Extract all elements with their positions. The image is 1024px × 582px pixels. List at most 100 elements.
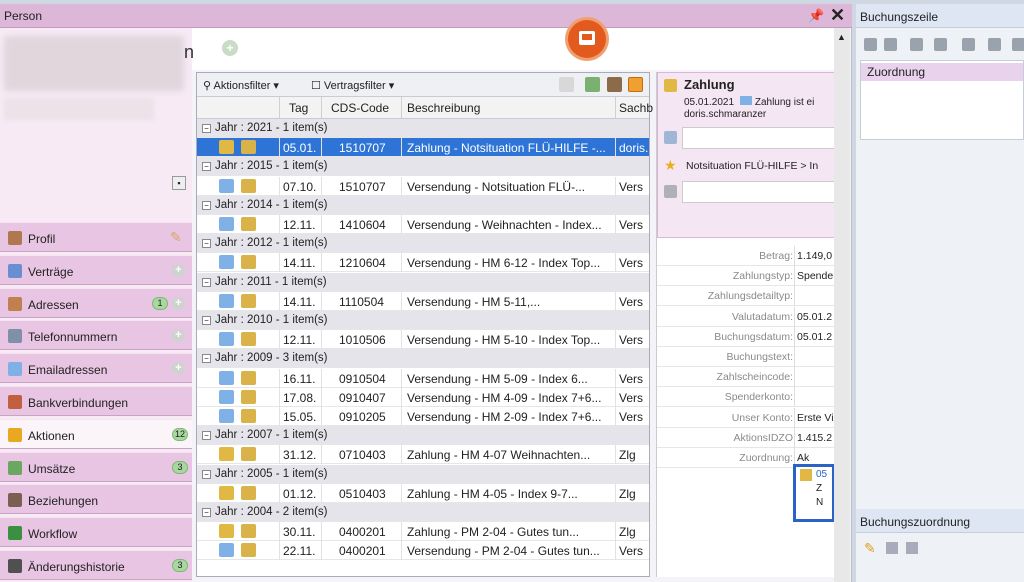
tool-icon-1[interactable]: [864, 38, 877, 51]
group-row[interactable]: − Jahr : 2009 - 3 item(s): [197, 349, 649, 369]
add-icon[interactable]: +: [172, 329, 185, 343]
col-tag[interactable]: Tag: [289, 101, 308, 115]
cell-tag: 22.11.: [283, 544, 316, 559]
field-label: Betrag:: [759, 250, 793, 262]
col-cds[interactable]: CDS-Code: [331, 101, 389, 115]
screen-share-icon[interactable]: [568, 20, 606, 58]
collapse-icon[interactable]: −: [202, 431, 211, 441]
sidebar-item-4[interactable]: Emailadressen +: [0, 353, 192, 384]
sidebar-item-2[interactable]: Adressen 1 +: [0, 287, 192, 318]
sidebar-item-7[interactable]: Umsätze 3: [0, 451, 192, 482]
group-row[interactable]: − Jahr : 2005 - 1 item(s): [197, 464, 649, 484]
note-field[interactable]: [682, 127, 836, 149]
field-value[interactable]: Ak: [797, 452, 835, 464]
document-field[interactable]: [682, 181, 836, 203]
table-row[interactable]: 12.11. 1410604 Versendung - Weihnachten - …: [197, 215, 649, 234]
vertical-scrollbar[interactable]: ▲: [834, 28, 850, 582]
group-row[interactable]: − Jahr : 2021 - 1 item(s): [197, 119, 649, 138]
tool-icon-6[interactable]: [988, 38, 1001, 51]
group-row[interactable]: − Jahr : 2010 - 1 item(s): [197, 311, 649, 330]
table-row[interactable]: 16.11. 0910504 Versendung - HM 5-09 - Inde…: [197, 368, 649, 388]
sidebar-item-8[interactable]: Beziehungen: [0, 484, 192, 515]
tool-icon-7[interactable]: [1012, 38, 1024, 51]
sidebar-item-5[interactable]: Bankverbindungen: [0, 386, 192, 416]
table-row[interactable]: 22.11. 0400201 Versendung - PM 2-04 - Gute…: [197, 541, 649, 561]
collapse-icon[interactable]: −: [202, 316, 211, 325]
collapse-icon[interactable]: −: [202, 354, 211, 364]
collapse-icon[interactable]: −: [202, 124, 211, 133]
tool-icon-2[interactable]: [884, 38, 897, 51]
detail-field: Valutadatum: 05.01.2: [657, 306, 835, 327]
collapse-icon[interactable]: ▪: [172, 176, 186, 190]
cell-cds: 1110504: [339, 294, 384, 309]
sidebar-item-6[interactable]: Aktionen 12: [0, 418, 192, 449]
table-row[interactable]: 14.11. 1110504 Versendung - HM 5-11,... Ver…: [197, 291, 649, 311]
collapse-icon[interactable]: −: [202, 508, 211, 517]
person-icon[interactable]: [607, 77, 622, 92]
tool-icon-4[interactable]: [934, 38, 947, 51]
table-row[interactable]: 31.12. 0710403 Zahlung - HM 4-07 Weihnacht…: [197, 445, 649, 465]
group-row[interactable]: − Jahr : 2014 - 1 item(s): [197, 195, 649, 215]
group-label: Jahr : 2010 - 1 item(s): [215, 314, 328, 326]
avatar: [4, 36, 184, 91]
add-icon[interactable]: +: [172, 362, 185, 376]
group-row[interactable]: − Jahr : 2007 - 1 item(s): [197, 426, 649, 446]
note-icon: [664, 131, 677, 144]
pin-icon[interactable]: 📌: [808, 8, 824, 24]
highlight-icon[interactable]: [628, 77, 643, 92]
detail-title: Zahlung: [684, 77, 735, 92]
field-label: Zuordnung:: [739, 452, 793, 464]
group-label: Jahr : 2011 - 1 item(s): [215, 275, 327, 288]
count-badge: 12: [172, 427, 188, 441]
col-desc[interactable]: Beschreibung: [407, 101, 480, 115]
view-icon[interactable]: [559, 77, 574, 92]
sidebar-item-9[interactable]: Workflow: [0, 517, 192, 548]
cell-sach: Zlg: [619, 486, 636, 501]
cell-tag: 16.11.: [283, 371, 316, 386]
field-value[interactable]: 1.149,0: [797, 250, 835, 262]
collapse-icon[interactable]: −: [202, 469, 211, 479]
table-row[interactable]: 05.01. 1510707 Zahlung - Notsituation FLÜ-…: [197, 138, 649, 158]
action-filter-button[interactable]: ⚲ Aktionsfilter ▾: [203, 79, 279, 92]
collapse-icon[interactable]: −: [202, 200, 211, 210]
copy-icon[interactable]: [906, 542, 918, 554]
field-value[interactable]: 1.415.2: [797, 432, 835, 444]
add-icon[interactable]: +: [222, 40, 238, 56]
sidebar-item-1[interactable]: Verträge +: [0, 254, 192, 285]
group-row[interactable]: − Jahr : 2011 - 1 item(s): [197, 272, 649, 292]
zuordnung-block[interactable]: 05 Z N: [793, 464, 835, 522]
edit-icon[interactable]: ✎: [170, 229, 182, 246]
collapse-icon[interactable]: −: [202, 239, 211, 249]
table-row[interactable]: 17.08. 0910407 Versendung - HM 4-09 - Inde…: [197, 387, 649, 407]
booking-list-item[interactable]: Zuordnung: [861, 63, 1023, 81]
scroll-up-icon[interactable]: ▲: [837, 32, 846, 42]
table-row[interactable]: 30.11. 0400201 Zahlung - PM 2-04 - Gutes t…: [197, 522, 649, 542]
tool-icon-3[interactable]: [910, 38, 923, 51]
contract-filter-button[interactable]: ☐ Vertragsfilter ▾: [311, 79, 394, 92]
table-row[interactable]: 15.05. 0910205 Versendung - HM 2-09 - Inde…: [197, 407, 649, 426]
table-row[interactable]: 07.10. 1510707 Versendung - Notsituation F…: [197, 176, 649, 196]
tool-icon-5[interactable]: [962, 38, 975, 51]
table-row[interactable]: 12.11. 1010506 Versendung - HM 5-10 - Inde…: [197, 330, 649, 350]
sidebar-item-0[interactable]: Profil ✎: [0, 222, 192, 252]
collapse-icon[interactable]: −: [202, 277, 211, 287]
close-icon[interactable]: ✕: [830, 5, 845, 26]
group-row[interactable]: − Jahr : 2015 - 1 item(s): [197, 157, 649, 177]
group-row[interactable]: − Jahr : 2004 - 2 item(s): [197, 503, 649, 522]
table-row[interactable]: 01.12. 0510403 Zahlung - HM 4-05 - Index 9…: [197, 483, 649, 503]
save-icon[interactable]: [886, 542, 898, 554]
col-sach[interactable]: Sachb: [619, 101, 653, 115]
sidebar-item-10[interactable]: Änderungshistorie 3: [0, 550, 192, 580]
collapse-icon[interactable]: −: [202, 162, 211, 172]
field-value[interactable]: Spende: [797, 270, 835, 282]
export-icon[interactable]: [585, 77, 600, 92]
group-row[interactable]: − Jahr : 2012 - 1 item(s): [197, 234, 649, 254]
edit-icon[interactable]: ✎: [864, 540, 876, 557]
field-value[interactable]: Erste Vi: [797, 412, 835, 424]
sidebar-item-3[interactable]: Telefonnummern +: [0, 320, 192, 351]
field-value[interactable]: 05.01.2: [797, 311, 835, 323]
field-value[interactable]: 05.01.2: [797, 331, 835, 343]
add-icon[interactable]: +: [172, 296, 185, 310]
table-row[interactable]: 14.11. 1210604 Versendung - HM 6-12 - Inde…: [197, 253, 649, 273]
add-icon[interactable]: +: [172, 263, 185, 277]
